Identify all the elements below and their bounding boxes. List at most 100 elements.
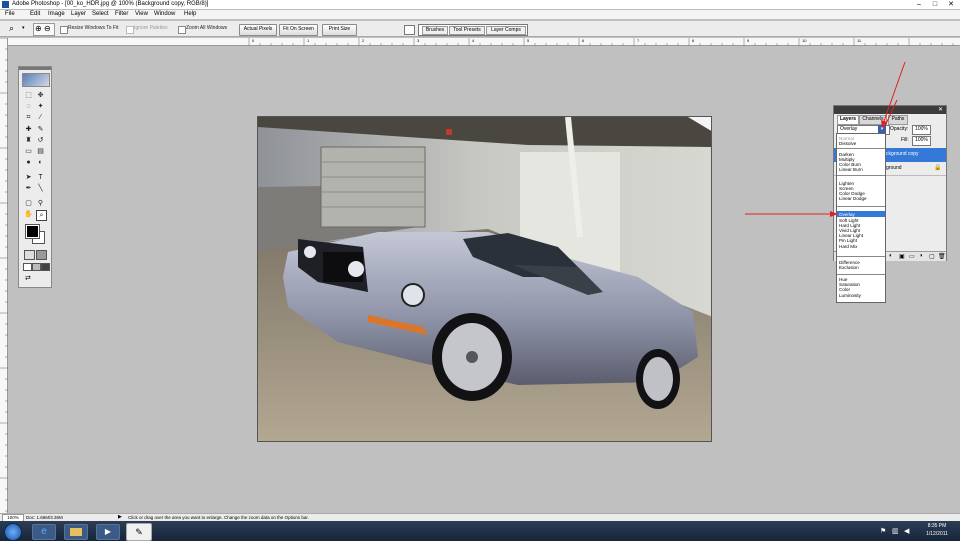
- fit-on-screen-button[interactable]: Fit On Screen: [279, 24, 318, 36]
- palette-title-bar[interactable]: ✕: [834, 106, 946, 114]
- move-tool-icon[interactable]: ✥: [36, 91, 45, 100]
- palette-close-icon[interactable]: ✕: [938, 106, 943, 113]
- blend-option-selected[interactable]: Overlay: [839, 212, 855, 217]
- eyedropper-tool-icon[interactable]: ⚲: [36, 199, 45, 208]
- brush-tool-icon[interactable]: ✎: [36, 125, 45, 134]
- layer-mask-icon[interactable]: ▣: [899, 253, 905, 260]
- new-layer-icon[interactable]: ▢: [929, 253, 935, 260]
- tool-preset-chevron-icon[interactable]: ▾: [22, 25, 25, 31]
- file-browser-icon[interactable]: [404, 25, 415, 35]
- line-tool-icon[interactable]: ╲: [36, 184, 45, 193]
- network-icon[interactable]: ▥: [892, 527, 899, 535]
- healing-brush-icon[interactable]: ✚: [24, 125, 33, 134]
- clock-date[interactable]: 1/12/2011: [920, 531, 954, 537]
- magic-wand-tool-icon[interactable]: ✦: [36, 102, 45, 111]
- screen-mode-full-icon[interactable]: [41, 263, 50, 271]
- foreground-color-swatch[interactable]: [25, 224, 40, 239]
- dock-tab-brushes[interactable]: Brushes: [422, 26, 448, 35]
- standard-mode-icon[interactable]: [24, 250, 35, 260]
- menu-layer[interactable]: Layer: [71, 11, 86, 17]
- menu-edit[interactable]: Edit: [30, 11, 40, 17]
- blur-tool-icon[interactable]: ●: [24, 158, 33, 167]
- explorer-icon[interactable]: [64, 524, 88, 540]
- blend-option[interactable]: Luminosity: [839, 293, 861, 298]
- blend-option[interactable]: Color: [839, 287, 850, 292]
- type-tool-icon[interactable]: T: [36, 173, 45, 182]
- fill-label: Fill:: [901, 137, 909, 143]
- layer-style-icon[interactable]: ◐: [889, 253, 893, 259]
- blend-mode-dropdown-chevron-icon[interactable]: ▾: [878, 125, 886, 133]
- document-canvas-photo[interactable]: [257, 116, 712, 442]
- blend-option[interactable]: Exclusion: [839, 265, 859, 270]
- menu-help[interactable]: Help: [184, 11, 196, 17]
- zoom-tool-icon[interactable]: ⌕: [9, 23, 14, 34]
- tab-paths[interactable]: Paths: [888, 115, 908, 125]
- ruler-label: 7: [637, 38, 640, 43]
- adobe-online-icon[interactable]: [22, 73, 50, 87]
- pen-tool-icon[interactable]: ✒: [24, 184, 33, 193]
- dock-tab-tool-presets[interactable]: Tool Presets: [449, 26, 485, 35]
- menu-window[interactable]: Window: [154, 11, 175, 17]
- close-button[interactable]: ✕: [946, 1, 956, 9]
- fill-field[interactable]: 100%: [912, 136, 931, 146]
- zoom-in-out-toggle[interactable]: ⊕ ⊖: [33, 23, 55, 36]
- hand-tool-icon[interactable]: ✋: [24, 210, 33, 219]
- zoom-tool-selected-icon[interactable]: ⌕: [36, 210, 47, 221]
- marquee-tool-icon[interactable]: ⬚: [24, 91, 33, 100]
- history-brush-icon[interactable]: ↺: [36, 136, 45, 145]
- blend-option[interactable]: Linear Dodge: [839, 196, 867, 201]
- menu-file[interactable]: File: [5, 11, 15, 17]
- clock-time[interactable]: 8:35 PM: [920, 523, 954, 529]
- adjustment-layer-icon[interactable]: ◑: [919, 253, 923, 259]
- folder-shape: [70, 528, 82, 536]
- clone-stamp-icon[interactable]: ♜: [24, 136, 33, 145]
- screen-mode-standard-icon[interactable]: [23, 263, 32, 271]
- menu-filter[interactable]: Filter: [115, 11, 128, 17]
- dodge-tool-icon[interactable]: ◐: [36, 158, 45, 167]
- volume-icon[interactable]: ◀: [904, 527, 909, 535]
- toolbox-grip[interactable]: [19, 67, 51, 70]
- media-player-icon[interactable]: ▶: [96, 524, 120, 540]
- print-size-button[interactable]: Print Size: [322, 24, 357, 36]
- screen-mode-full-menu-icon[interactable]: [32, 263, 41, 271]
- zoom-in-icon[interactable]: ⊕: [35, 24, 42, 33]
- slice-tool-icon[interactable]: ⁄: [36, 113, 45, 122]
- zoom-all-checkbox[interactable]: [178, 26, 186, 34]
- ruler-label: 2: [362, 38, 365, 43]
- menu-image[interactable]: Image: [48, 11, 65, 17]
- photoshop-task-icon[interactable]: ✎: [126, 523, 152, 541]
- lasso-tool-icon[interactable]: ◌: [24, 102, 33, 111]
- trash-icon[interactable]: 🗑: [938, 253, 946, 260]
- path-selection-icon[interactable]: ➤: [24, 173, 33, 182]
- tab-channels[interactable]: Channels: [859, 115, 887, 125]
- notes-tool-icon[interactable]: ▢: [24, 199, 33, 208]
- blend-option[interactable]: Linear Burn: [839, 167, 863, 172]
- actual-pixels-button[interactable]: Actual Pixels: [239, 24, 277, 36]
- new-set-icon[interactable]: ▭: [909, 253, 915, 260]
- blend-option[interactable]: Dissolve: [839, 141, 856, 146]
- minimize-button[interactable]: –: [914, 1, 924, 9]
- blend-option[interactable]: Pin Light: [839, 238, 857, 243]
- resize-windows-checkbox[interactable]: [60, 26, 68, 34]
- tab-layers[interactable]: Layers: [837, 115, 859, 125]
- menu-view[interactable]: View: [135, 11, 148, 17]
- maximize-button[interactable]: □: [930, 1, 940, 9]
- flag-icon[interactable]: ⚑: [880, 527, 886, 535]
- dock-tab-layer-comps[interactable]: Layer Comps: [486, 26, 526, 35]
- opacity-field[interactable]: 100%: [912, 125, 931, 135]
- lock-icon: 🔒: [934, 165, 942, 171]
- blend-option[interactable]: Hard Mix: [839, 244, 857, 249]
- eraser-tool-icon[interactable]: ▭: [24, 147, 33, 156]
- layer-name: ground: [886, 165, 902, 171]
- menu-select[interactable]: Select: [92, 11, 109, 17]
- quick-mask-icon[interactable]: [36, 250, 47, 260]
- play-arrow-icon[interactable]: ▶: [118, 514, 122, 520]
- ie-icon[interactable]: e: [32, 524, 56, 540]
- ruler-label: 8: [692, 38, 695, 43]
- crop-tool-icon[interactable]: ⌗: [24, 113, 33, 122]
- ruler-ticks: [248, 38, 954, 46]
- imageready-jump-icon[interactable]: ⇄: [25, 274, 35, 282]
- zoom-out-icon[interactable]: ⊖: [44, 24, 51, 33]
- gradient-tool-icon[interactable]: ▤: [36, 147, 45, 156]
- start-button[interactable]: [4, 523, 22, 541]
